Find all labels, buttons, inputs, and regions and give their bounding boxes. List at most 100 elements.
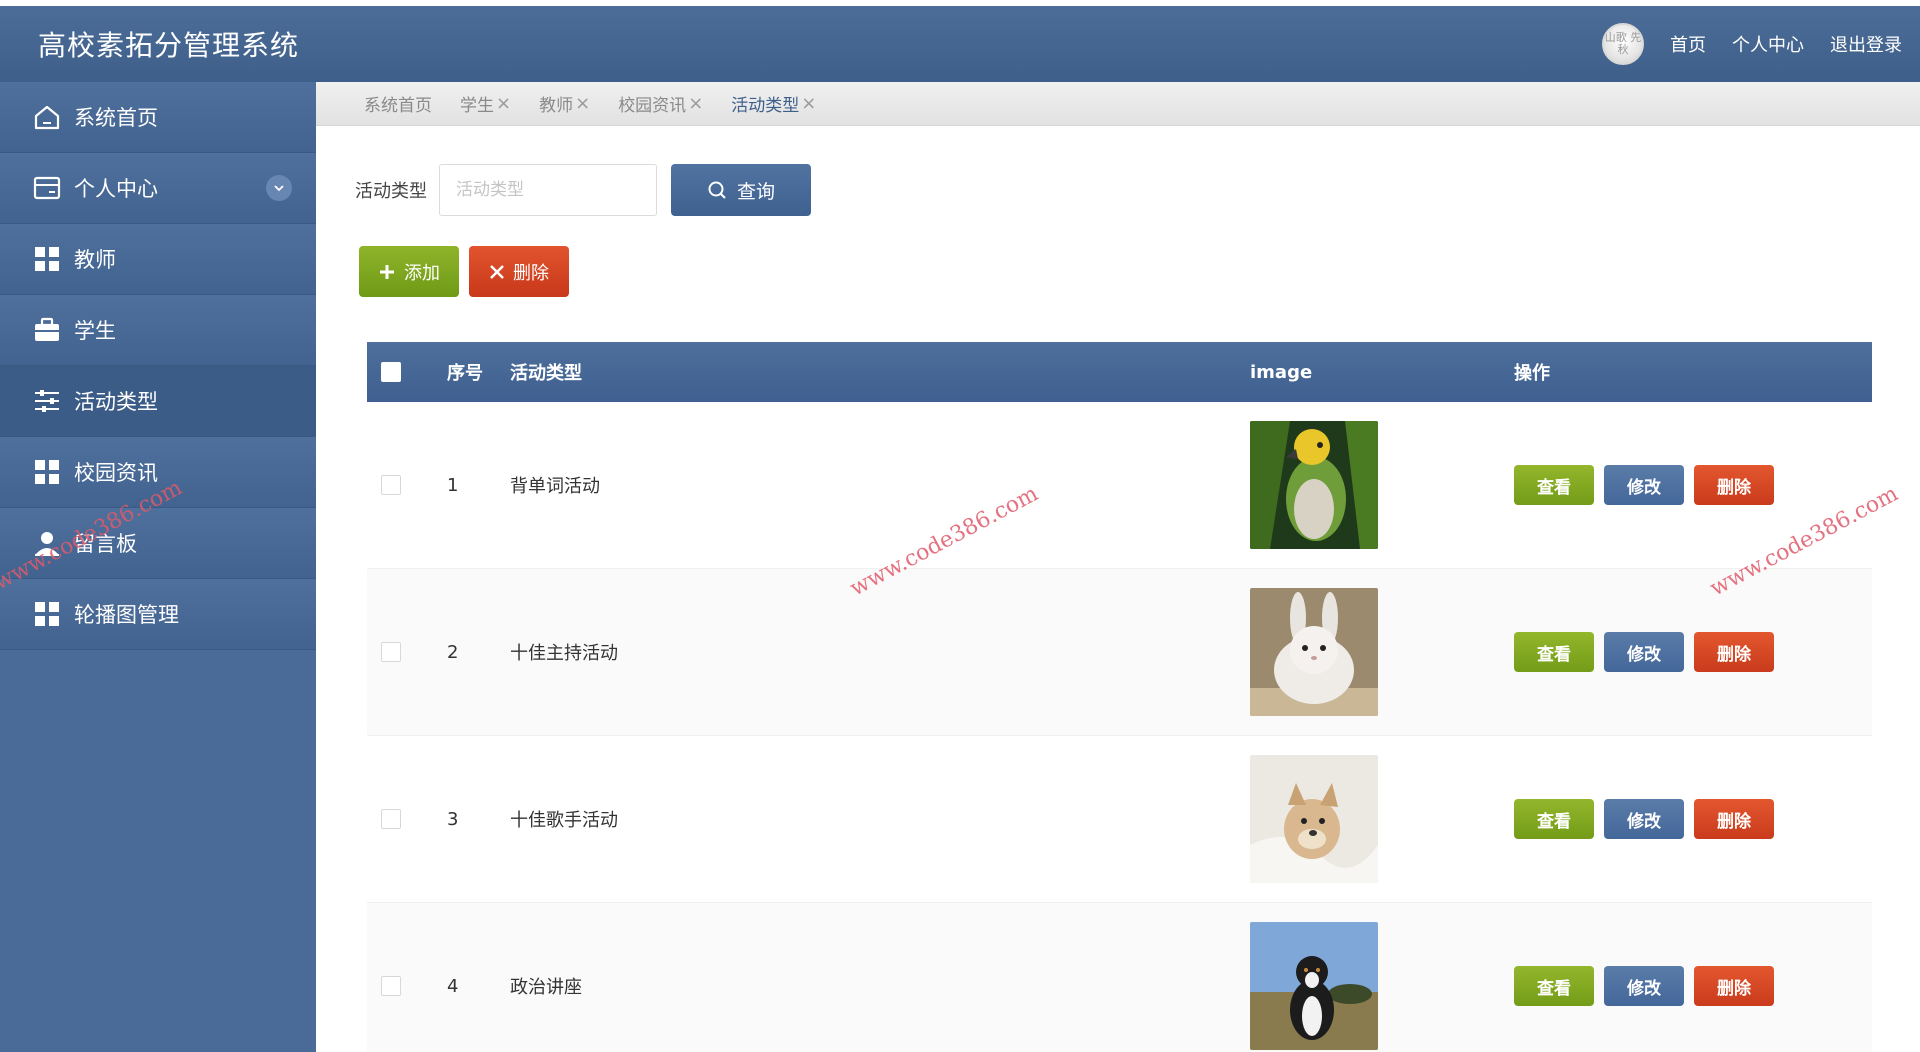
header-ops: 操作: [1514, 363, 1550, 384]
activity-type-table: 序号 活动类型 image 操作 1 背单词活动 查看 修改 删除 2 十佳主持…: [367, 342, 1872, 1052]
avatar-text: 山歌 先秋: [1604, 30, 1642, 56]
row-ops: 查看 修改 删除: [1506, 799, 1872, 839]
row-check-cell: [367, 809, 447, 829]
close-icon[interactable]: ×: [688, 93, 703, 114]
edit-button[interactable]: 修改: [1604, 799, 1684, 839]
dog-outdoor-image: [1250, 922, 1378, 1050]
header-link-profile[interactable]: 个人中心: [1732, 31, 1804, 57]
row-check-cell: [367, 475, 447, 495]
sidebar-item-label: 留言板: [74, 532, 137, 556]
sidebar-item-activity-type[interactable]: 活动类型: [0, 366, 316, 437]
sidebar-item-label: 学生: [74, 319, 116, 343]
home-icon: [32, 102, 62, 132]
delete-button[interactable]: 删除: [1694, 966, 1774, 1006]
delete-button[interactable]: 删除: [1694, 799, 1774, 839]
header-right: 山歌 先秋 首页 个人中心 退出登录: [1602, 23, 1902, 65]
edit-button[interactable]: 修改: [1604, 966, 1684, 1006]
search-label: 活动类型: [355, 181, 427, 202]
tab-student[interactable]: 学生 ×: [460, 91, 511, 116]
avatar[interactable]: 山歌 先秋: [1602, 23, 1644, 65]
row-checkbox[interactable]: [381, 809, 401, 829]
sidebar-item-label: 活动类型: [74, 390, 158, 414]
search-row: 活动类型 查询: [355, 164, 811, 216]
delete-button[interactable]: 删除: [1694, 465, 1774, 505]
sidebar-item-label: 教师: [74, 248, 116, 272]
edit-button[interactable]: 修改: [1604, 632, 1684, 672]
tab-home[interactable]: 系统首页: [364, 91, 432, 116]
header-check-cell: [367, 362, 447, 382]
view-button[interactable]: 查看: [1514, 799, 1594, 839]
row-name: 政治讲座: [510, 977, 582, 998]
table-row: 2 十佳主持活动 查看 修改 删除: [367, 569, 1872, 736]
row-no: 1: [447, 474, 459, 496]
header-name: 活动类型: [510, 363, 582, 384]
header-link-logout[interactable]: 退出登录: [1830, 31, 1902, 57]
delete-button[interactable]: 删除: [1694, 632, 1774, 672]
app-title: 高校素拓分管理系统: [38, 29, 300, 62]
activity-type-search-input[interactable]: [439, 164, 657, 216]
search-icon: [708, 181, 726, 199]
batch-delete-button[interactable]: 删除: [469, 246, 569, 297]
grid-icon: [32, 599, 62, 629]
header-image: image: [1250, 361, 1313, 383]
header-link-home[interactable]: 首页: [1670, 31, 1706, 57]
sidebar-item-student[interactable]: 学生: [0, 295, 316, 366]
action-row: 添加 删除: [359, 246, 569, 297]
sidebar-item-message-board[interactable]: 留言板: [0, 508, 316, 579]
tab-label: 教师: [539, 96, 574, 116]
tab-label: 校园资讯: [618, 96, 687, 116]
row-checkbox[interactable]: [381, 475, 401, 495]
table-row: 4 政治讲座 查看 修改 删除: [367, 903, 1872, 1052]
message-board-icon: [32, 528, 62, 558]
sidebar-item-label: 校园资讯: [74, 461, 158, 485]
sidebar-item-home[interactable]: 系统首页: [0, 82, 316, 153]
delete-button-label: 删除: [513, 262, 549, 284]
view-button[interactable]: 查看: [1514, 966, 1594, 1006]
close-icon[interactable]: ×: [575, 93, 590, 114]
tab-campus-news[interactable]: 校园资讯 ×: [618, 91, 703, 116]
row-name: 背单词活动: [510, 476, 600, 497]
edit-button[interactable]: 修改: [1604, 465, 1684, 505]
tab-bar: 系统首页 学生 × 教师 × 校园资讯 × 活动类型 ×: [316, 82, 1920, 126]
sidebar: 系统首页 个人中心 教师 学生 活动类型 校园资讯 留言板 轮播图管理: [0, 82, 316, 1052]
view-button[interactable]: 查看: [1514, 465, 1594, 505]
table-header: 序号 活动类型 image 操作: [367, 342, 1872, 402]
sidebar-item-campus-news[interactable]: 校园资讯: [0, 437, 316, 508]
row-name: 十佳歌手活动: [510, 810, 618, 831]
sidebar-item-carousel[interactable]: 轮播图管理: [0, 579, 316, 650]
select-all-checkbox[interactable]: [381, 362, 401, 382]
row-image-cell: [1250, 755, 1506, 883]
row-ops: 查看 修改 删除: [1506, 966, 1872, 1006]
add-button[interactable]: 添加: [359, 246, 459, 297]
sidebar-item-profile[interactable]: 个人中心: [0, 153, 316, 224]
puppy-image: [1250, 755, 1378, 883]
row-check-cell: [367, 642, 447, 662]
table-row: 3 十佳歌手活动 查看 修改 删除: [367, 736, 1872, 903]
briefcase-icon: [32, 315, 62, 345]
row-checkbox[interactable]: [381, 976, 401, 996]
sidebar-item-teacher[interactable]: 教师: [0, 224, 316, 295]
row-ops: 查看 修改 删除: [1506, 632, 1872, 672]
rabbit-image: [1250, 588, 1378, 716]
tab-label: 学生: [460, 96, 494, 116]
sidebar-item-label: 个人中心: [74, 177, 158, 201]
table-row: 1 背单词活动 查看 修改 删除: [367, 402, 1872, 569]
grid-icon: [32, 457, 62, 487]
sliders-icon: [32, 386, 62, 416]
header-no: 序号: [447, 363, 483, 384]
chevron-down-icon[interactable]: [266, 175, 292, 201]
row-ops: 查看 修改 删除: [1506, 465, 1872, 505]
tab-teacher[interactable]: 教师 ×: [539, 91, 590, 116]
view-button[interactable]: 查看: [1514, 632, 1594, 672]
close-icon[interactable]: ×: [801, 93, 816, 114]
tab-label: 系统首页: [364, 96, 432, 116]
sidebar-item-label: 系统首页: [74, 106, 158, 130]
tab-activity-type[interactable]: 活动类型 ×: [731, 91, 816, 116]
tab-label: 活动类型: [731, 96, 800, 116]
row-checkbox[interactable]: [381, 642, 401, 662]
top-header: 高校素拓分管理系统 山歌 先秋 首页 个人中心 退出登录: [0, 0, 1920, 82]
row-image-cell: [1250, 421, 1506, 549]
close-icon[interactable]: ×: [496, 93, 511, 114]
query-button[interactable]: 查询: [671, 164, 811, 216]
row-image-cell: [1250, 588, 1506, 716]
